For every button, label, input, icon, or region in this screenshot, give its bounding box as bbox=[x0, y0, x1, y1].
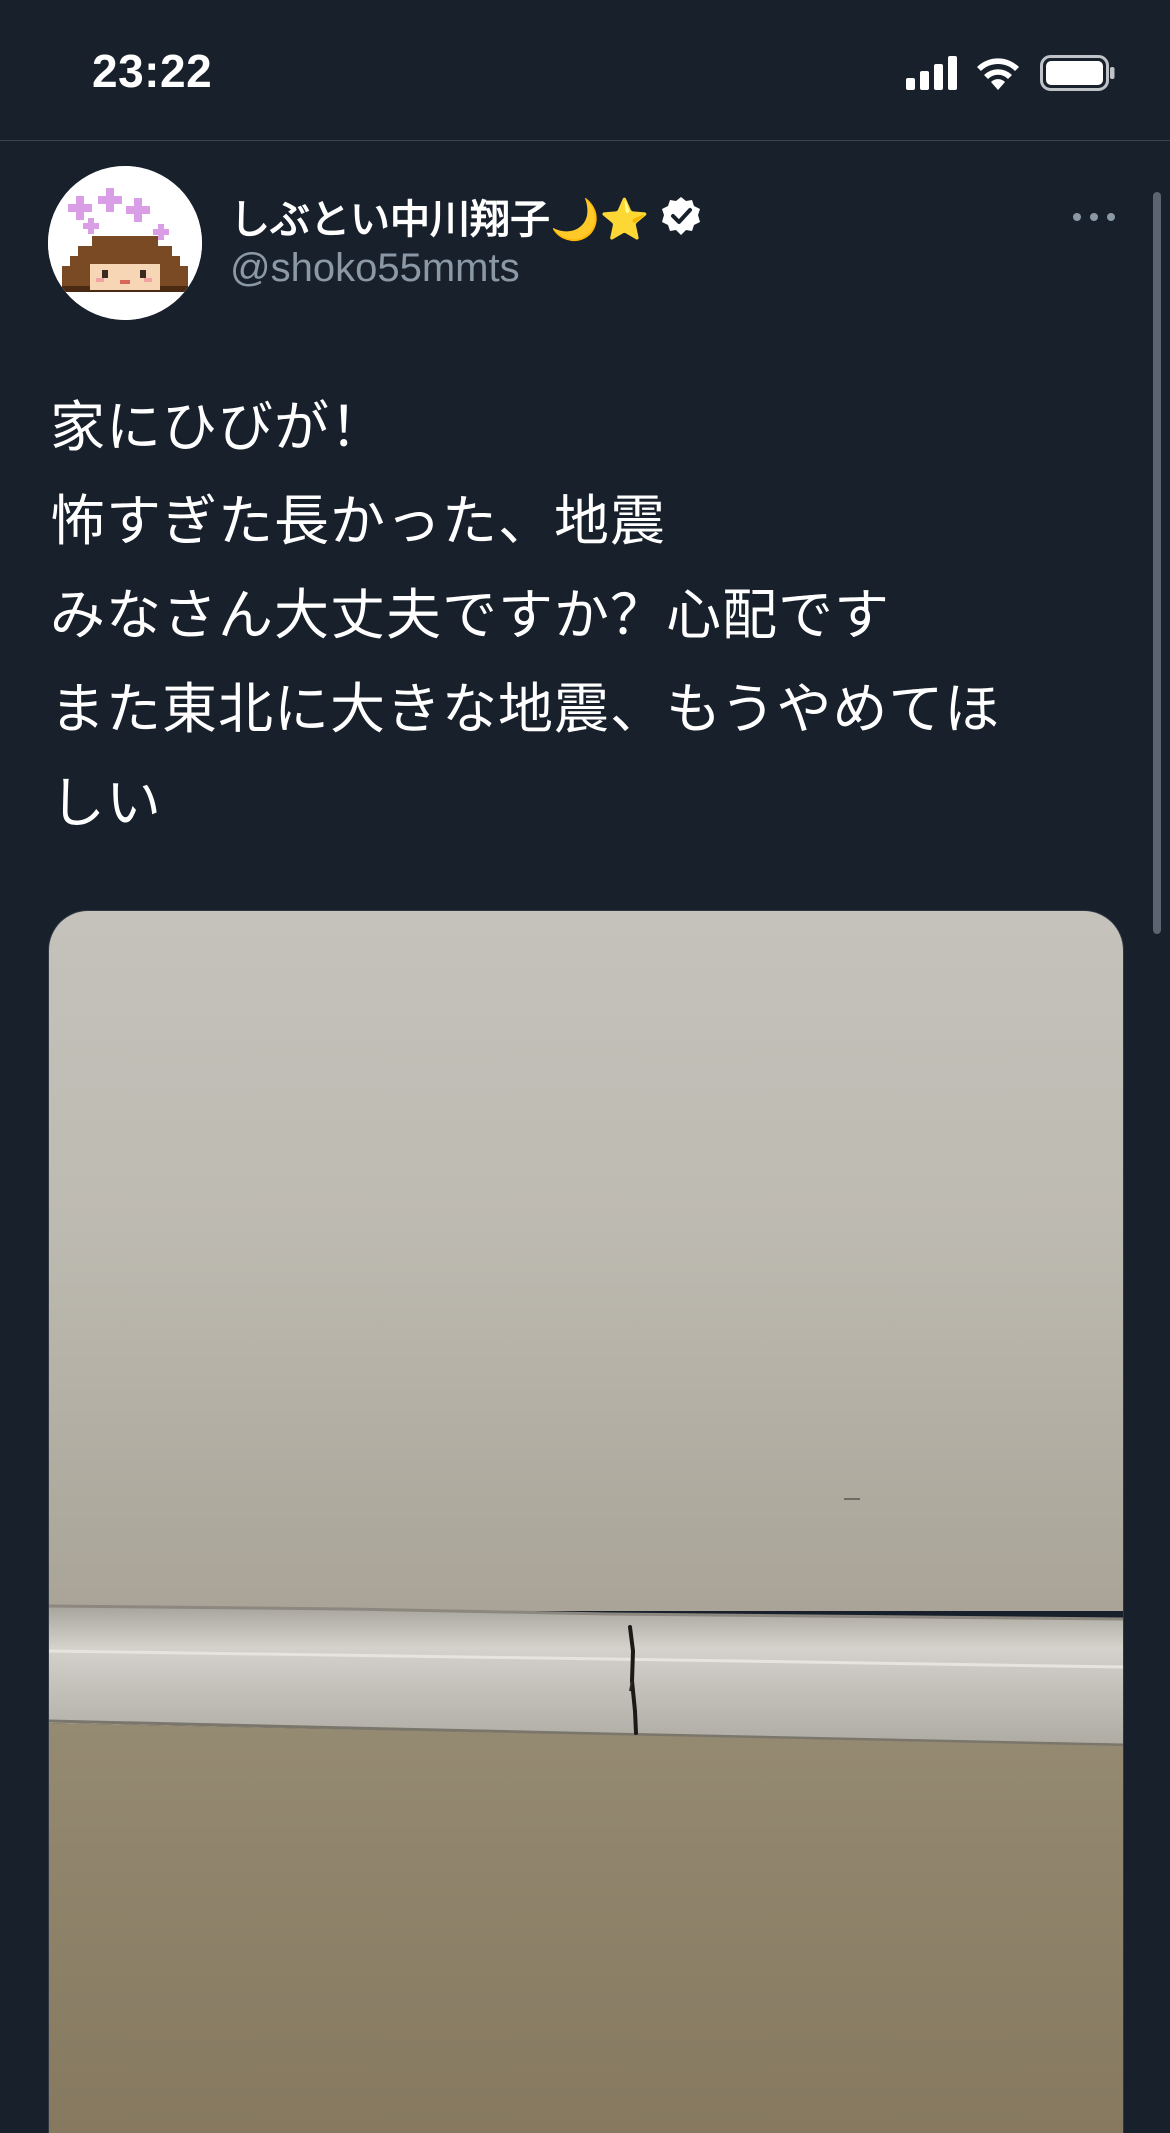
wifi-icon bbox=[977, 58, 1019, 90]
tweet-text: 家にひびが！ 怖すぎた長かった、地震 みなさん大丈夫ですか？心配です また東北に… bbox=[50, 380, 1120, 850]
author-avatar[interactable] bbox=[48, 166, 202, 320]
tweet-detail-screen: 23:22 しぶとい中川翔子🌙⭐ @shoko55mmts 家にひびが！ 怖すぎ… bbox=[0, 0, 1170, 2133]
tweet-text-line: 家にひびが！ bbox=[50, 395, 387, 459]
author-name-row[interactable]: しぶとい中川翔子🌙⭐ bbox=[230, 188, 702, 244]
author-display-name[interactable]: しぶとい中川翔子🌙⭐ bbox=[230, 187, 650, 245]
verified-badge-icon bbox=[661, 197, 700, 235]
battery-icon bbox=[1040, 55, 1115, 91]
more-options-icon[interactable] bbox=[1070, 200, 1118, 234]
author-handle[interactable]: @shoko55mmts bbox=[230, 246, 520, 291]
tweet-text-line: しい bbox=[50, 771, 163, 835]
status-time: 23:22 bbox=[92, 45, 213, 97]
pixel-art-avatar-icon bbox=[48, 166, 202, 320]
cellular-signal-icon bbox=[906, 56, 958, 90]
scrollbar[interactable] bbox=[1153, 192, 1161, 934]
tweet-text-line: みなさん大丈夫ですか？心配です bbox=[50, 583, 891, 647]
status-bar: 23:22 bbox=[0, 0, 1170, 141]
tweet-text-line: 怖すぎた長かった、地震 bbox=[50, 489, 667, 553]
wall-crack-photo bbox=[49, 911, 1123, 2133]
tweet-text-line: また東北に大きな地震、もうやめてほ bbox=[50, 677, 1001, 741]
tweet-media-photo[interactable] bbox=[48, 910, 1124, 2133]
